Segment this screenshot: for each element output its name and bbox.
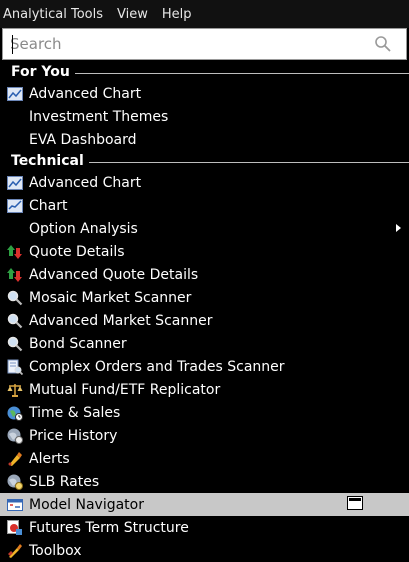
menu-item-label: Time & Sales <box>29 404 121 421</box>
futures-icon <box>7 519 22 535</box>
clock-globe-icon <box>7 406 23 421</box>
section-header-technical: Technical <box>0 151 409 171</box>
menu-help[interactable]: Help <box>162 7 192 22</box>
advanced-chart-icon <box>7 175 23 190</box>
globe-history-icon <box>7 428 23 444</box>
magnifier-icon <box>7 336 23 351</box>
menu-item-alerts[interactable]: Alerts <box>0 447 409 470</box>
magnifier-icon <box>7 313 23 328</box>
menu-item-price-history[interactable]: Price History <box>0 424 409 447</box>
menu-item-advanced-chart-technical[interactable]: Advanced Chart <box>0 171 409 194</box>
menu-item-model-navigator[interactable]: Model Navigator <box>0 493 409 516</box>
menu-item-complex-orders-scanner[interactable]: Complex Orders and Trades Scanner <box>0 355 409 378</box>
menu-item-label: Advanced Chart <box>29 85 142 102</box>
search-input[interactable] <box>10 32 350 56</box>
divider <box>88 161 409 163</box>
model-navigator-icon <box>7 498 23 511</box>
menu-item-label: Mutual Fund/ETF Replicator <box>29 381 221 398</box>
menu-item-chart[interactable]: Chart <box>0 194 409 217</box>
menu-item-futures-term-structure[interactable]: Futures Term Structure <box>0 516 409 539</box>
quote-arrows-icon <box>7 244 22 259</box>
menu-item-label: EVA Dashboard <box>29 131 137 148</box>
menu-item-label: Advanced Chart <box>29 174 142 191</box>
toolbox-icon <box>8 543 22 558</box>
menu-item-slb-rates[interactable]: SLB Rates <box>0 470 409 493</box>
section-title: Technical <box>11 153 84 169</box>
menu-item-label: Quote Details <box>29 243 125 260</box>
menu-item-label: Chart <box>29 197 68 214</box>
menu-item-label: Advanced Quote Details <box>29 266 199 283</box>
open-in-window-icon[interactable] <box>347 496 363 510</box>
chart-icon <box>7 198 23 213</box>
menu-view[interactable]: View <box>117 7 148 22</box>
menu-item-label: Mosaic Market Scanner <box>29 289 192 306</box>
alert-icon <box>8 451 22 466</box>
menu-bar: Analytical Tools View Help <box>0 0 409 28</box>
section-title: For You <box>11 64 70 80</box>
menu-item-label: Advanced Market Scanner <box>29 312 213 329</box>
search-box <box>2 28 407 60</box>
menu-item-time-and-sales[interactable]: Time & Sales <box>0 401 409 424</box>
scales-icon <box>7 383 23 397</box>
menu-item-label: Investment Themes <box>29 108 169 125</box>
menu-item-label: Bond Scanner <box>29 335 127 352</box>
magnifier-icon <box>7 290 23 305</box>
menu-item-mosaic-market-scanner[interactable]: Mosaic Market Scanner <box>0 286 409 309</box>
scanner-doc-icon <box>7 359 23 375</box>
menu-item-mutual-fund-etf-replicator[interactable]: Mutual Fund/ETF Replicator <box>0 378 409 401</box>
globe-rates-icon <box>7 474 23 490</box>
menu-item-advanced-chart[interactable]: Advanced Chart <box>0 82 409 105</box>
menu-item-investment-themes[interactable]: Investment Themes <box>0 105 409 128</box>
menu-item-bond-scanner[interactable]: Bond Scanner <box>0 332 409 355</box>
menu-item-label: Alerts <box>29 450 70 467</box>
search-icon[interactable] <box>374 35 392 53</box>
divider <box>74 72 409 74</box>
submenu-arrow-icon <box>396 224 401 232</box>
menu-item-advanced-market-scanner[interactable]: Advanced Market Scanner <box>0 309 409 332</box>
text-caret <box>12 35 13 54</box>
advanced-chart-icon <box>7 86 23 101</box>
tools-menu: For You Advanced Chart Investment Themes… <box>0 62 409 562</box>
quote-arrows-icon <box>7 267 22 282</box>
menu-item-label: Futures Term Structure <box>29 519 189 536</box>
menu-item-label: Price History <box>29 427 118 444</box>
menu-item-eva-dashboard[interactable]: EVA Dashboard <box>0 128 409 151</box>
menu-item-label: Model Navigator <box>29 496 144 513</box>
menu-item-label: SLB Rates <box>29 473 100 490</box>
menu-item-label: Complex Orders and Trades Scanner <box>29 358 285 375</box>
menu-item-label: Option Analysis <box>29 220 138 237</box>
menu-item-option-analysis[interactable]: Option Analysis <box>0 217 409 240</box>
menu-item-quote-details[interactable]: Quote Details <box>0 240 409 263</box>
section-header-for-you: For You <box>0 62 409 82</box>
menu-item-toolbox[interactable]: Toolbox <box>0 539 409 562</box>
menu-analytical-tools[interactable]: Analytical Tools <box>3 7 103 22</box>
menu-item-label: Toolbox <box>29 542 82 559</box>
menu-item-advanced-quote-details[interactable]: Advanced Quote Details <box>0 263 409 286</box>
